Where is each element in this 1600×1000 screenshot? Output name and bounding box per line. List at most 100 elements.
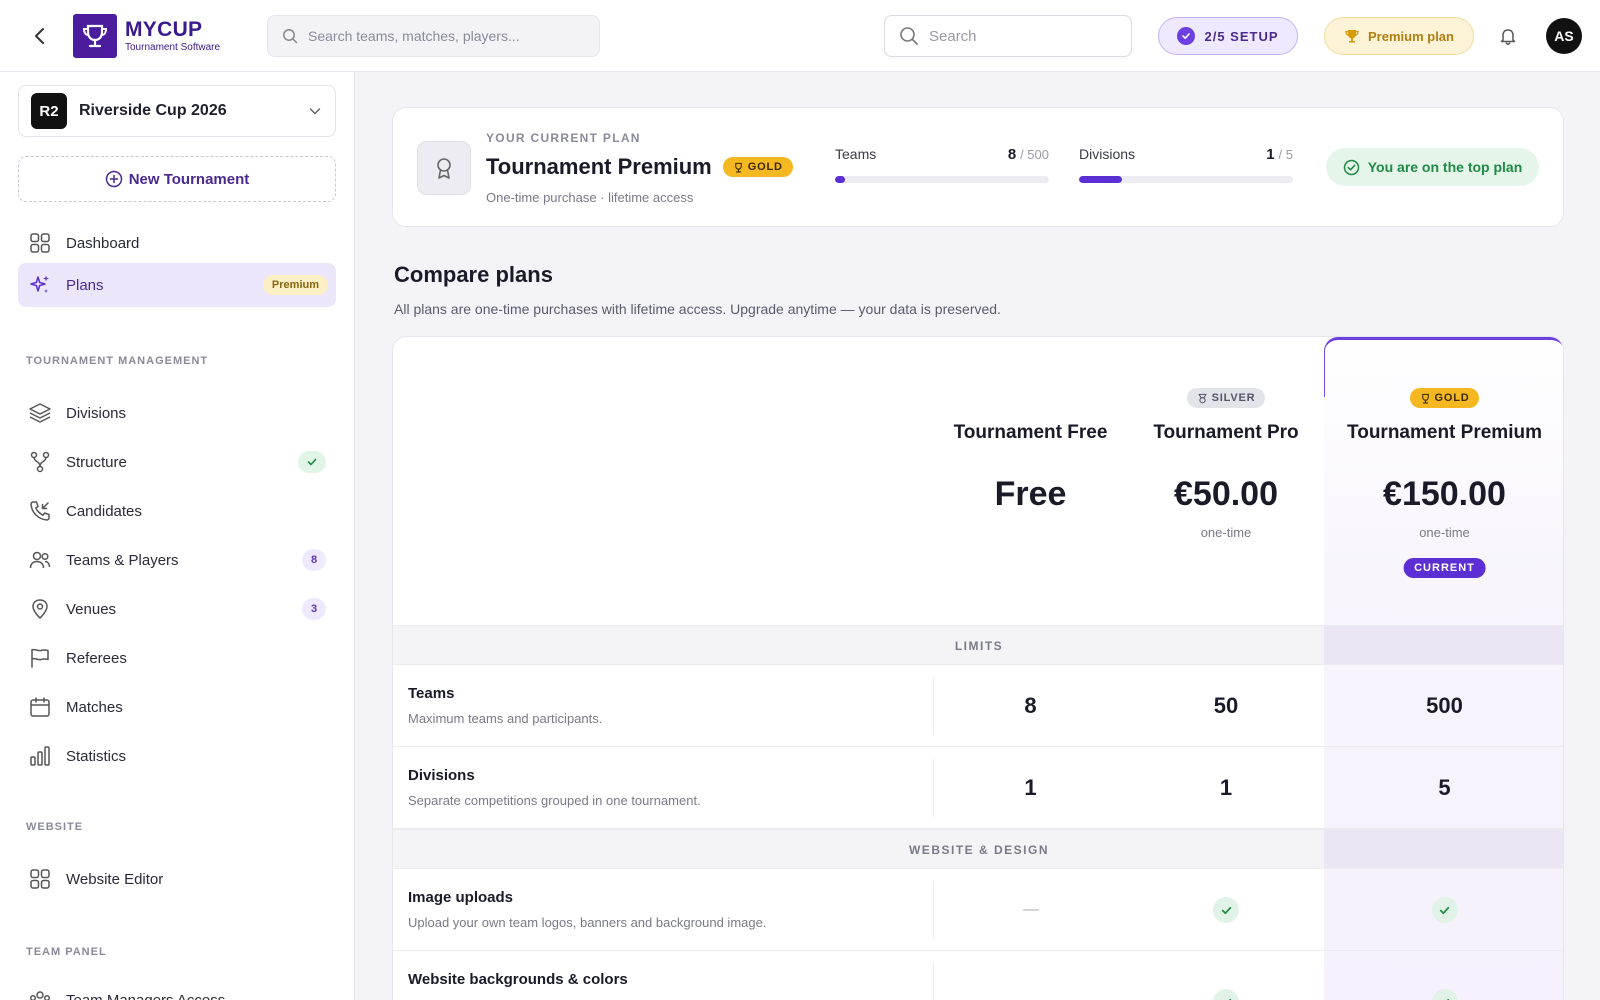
- back-button[interactable]: [26, 22, 54, 50]
- sidebar-item-structure[interactable]: Structure: [18, 440, 336, 484]
- sidebar-item-plans[interactable]: Plans Premium: [18, 263, 336, 307]
- global-search-input[interactable]: [308, 28, 568, 44]
- plan-kicker: YOUR CURRENT PLAN: [486, 131, 641, 145]
- feature-value-premium: [1324, 869, 1563, 951]
- sidebar-item-dashboard[interactable]: Dashboard: [18, 221, 336, 265]
- plan-price: €50.00: [1174, 475, 1278, 513]
- sidebar-item-label: Structure: [66, 453, 127, 471]
- feature-value-premium: 500: [1426, 693, 1463, 718]
- layers-icon: [28, 401, 52, 425]
- trophy-icon: [734, 162, 742, 173]
- dash-icon: [1022, 909, 1039, 911]
- feature-name: Image uploads: [408, 889, 514, 906]
- notifications-button[interactable]: [1496, 24, 1520, 48]
- plans-comparison-table: Tournament Free Free SILVER Tournament P…: [392, 336, 1564, 1000]
- plan-name: Tournament Premium: [1347, 422, 1542, 443]
- divisions-usage-label: Divisions: [1079, 146, 1136, 162]
- feature-value-free: [933, 869, 1128, 951]
- plus-circle-icon: [105, 170, 122, 188]
- feature-row-website-backgrounds: Website backgrounds & colors: [393, 951, 1563, 1000]
- count-badge: 8: [302, 549, 326, 571]
- check-icon: [1431, 897, 1458, 923]
- search-icon: [283, 29, 298, 44]
- premium-plan-label: Premium plan: [1368, 28, 1454, 44]
- search-icon: [900, 27, 918, 45]
- sparkles-icon: [28, 273, 52, 297]
- feature-name: Teams: [408, 685, 455, 702]
- count-badge: 3: [302, 598, 326, 620]
- user-avatar[interactable]: AS: [1546, 18, 1582, 54]
- tournament-selector[interactable]: R2 Riverside Cup 2026: [18, 85, 336, 137]
- global-search[interactable]: [267, 15, 600, 57]
- sidebar-item-matches[interactable]: Matches: [18, 685, 336, 729]
- users-group-icon: [28, 988, 52, 1000]
- teams-limit: / 500: [1020, 147, 1049, 162]
- feature-description: Separate competitions grouped in one tou…: [408, 793, 701, 808]
- new-tournament-button[interactable]: New Tournament: [18, 156, 336, 202]
- current-plan-card: YOUR CURRENT PLAN Tournament Premium GOL…: [392, 107, 1564, 227]
- premium-plan-button[interactable]: Premium plan: [1324, 17, 1474, 55]
- premium-badge: Premium: [262, 275, 328, 295]
- logo-name: MYCUP: [125, 18, 203, 41]
- logo[interactable]: MYCUP Tournament Software: [73, 14, 220, 58]
- plan-price: Free: [994, 475, 1067, 513]
- teams-usage-meter: Teams 8 / 500: [835, 146, 1049, 183]
- feature-description: Upload your own team logos, banners and …: [408, 915, 767, 930]
- feature-name: Divisions: [408, 767, 475, 784]
- sidebar-item-team-managers-access[interactable]: Team Managers Access: [18, 978, 336, 1000]
- sidebar-item-referees[interactable]: Referees: [18, 636, 336, 680]
- plan-price: €150.00: [1383, 475, 1506, 513]
- check-icon: [1213, 897, 1239, 923]
- sidebar-item-label: Matches: [66, 698, 123, 716]
- feature-value-premium: 5: [1438, 775, 1451, 800]
- sidebar-item-label: Candidates: [66, 502, 142, 520]
- sidebar-item-statistics[interactable]: Statistics: [18, 734, 336, 778]
- section-header-limits: LIMITS: [393, 625, 1563, 665]
- chevron-left-icon: [35, 28, 44, 44]
- teams-usage-label: Teams: [835, 146, 877, 162]
- sidebar-item-label: Venues: [66, 600, 117, 618]
- check-icon: [298, 451, 326, 473]
- chevron-down-icon: [309, 108, 321, 115]
- grid-icon: [28, 231, 52, 255]
- feature-value-pro: 1: [1219, 775, 1233, 800]
- calendar-icon: [28, 695, 52, 719]
- sidebar: R2 Riverside Cup 2026 New Tournament Das…: [0, 72, 355, 1000]
- flag-icon: [28, 646, 52, 670]
- feature-value-pro: 50: [1213, 693, 1239, 718]
- grid-icon: [28, 867, 52, 891]
- teams-progress-fill: [835, 176, 845, 183]
- setup-progress-button[interactable]: 2/5 SETUP: [1158, 17, 1298, 55]
- section-title-tournament-management: TOURNAMENT MANAGEMENT: [26, 355, 209, 367]
- quick-search-input[interactable]: [929, 27, 1119, 45]
- sidebar-item-candidates[interactable]: Candidates: [18, 489, 336, 533]
- quick-search[interactable]: [884, 15, 1132, 57]
- divisions-used: 1: [1266, 146, 1275, 163]
- tournament-badge: R2: [31, 93, 67, 129]
- sidebar-item-label: Statistics: [66, 747, 127, 765]
- silver-tier-badge: SILVER: [1186, 388, 1266, 408]
- sidebar-item-venues[interactable]: Venues 3: [18, 587, 336, 631]
- bar-chart-icon: [28, 744, 52, 768]
- award-icon: [417, 141, 471, 195]
- trophy-logo-icon: [73, 14, 117, 58]
- users-icon: [28, 548, 52, 572]
- check-icon: [1213, 989, 1239, 1000]
- plan-name: Tournament Free: [953, 422, 1108, 443]
- feature-value-free: 8: [1024, 693, 1037, 718]
- sidebar-item-teams-players[interactable]: Teams & Players 8: [18, 538, 336, 582]
- feature-value-free: 1: [1024, 775, 1037, 800]
- check-circle-icon: [1177, 27, 1196, 45]
- teams-used: 8: [1007, 146, 1017, 163]
- check-icon: [1431, 989, 1458, 1000]
- map-pin-icon: [28, 597, 52, 621]
- current-plan-title: Tournament Premium: [486, 154, 712, 179]
- divisions-usage-meter: Divisions 1 / 5: [1079, 146, 1293, 183]
- feature-value-free: [933, 961, 1128, 1000]
- sidebar-item-website-editor[interactable]: Website Editor: [18, 857, 336, 901]
- sidebar-item-divisions[interactable]: Divisions: [18, 391, 336, 435]
- sidebar-item-label: Teams & Players: [66, 551, 179, 569]
- compare-plans-subtitle: All plans are one-time purchases with li…: [394, 301, 1001, 317]
- tournament-name: Riverside Cup 2026: [79, 102, 227, 119]
- bell-icon: [1500, 29, 1516, 46]
